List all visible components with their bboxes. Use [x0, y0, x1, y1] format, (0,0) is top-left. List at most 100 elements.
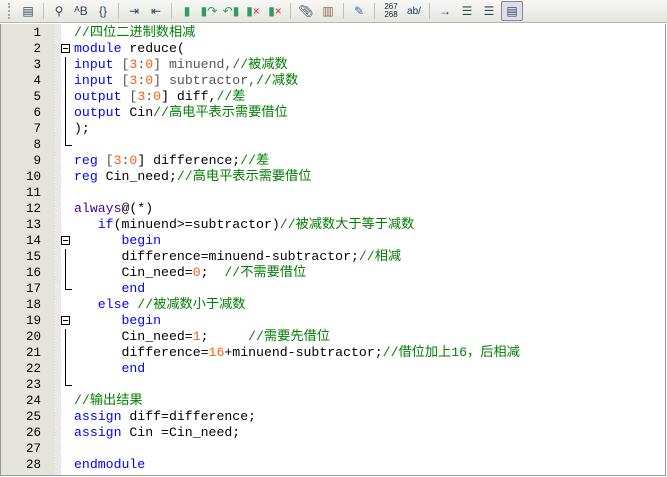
edit-icon[interactable]: ✎ — [349, 2, 369, 20]
code-number: 0 — [153, 89, 162, 104]
code-text: output [3:0] diff,//差 — [74, 89, 246, 105]
code-text: assign Cin =Cin_need; — [74, 425, 240, 441]
line-number: 5 — [33, 90, 41, 104]
line-number: 3 — [33, 58, 41, 72]
code-keyword: module — [74, 41, 122, 56]
spell-check-icon[interactable]: ᴬB — [71, 2, 91, 20]
separator — [118, 3, 119, 19]
code-number: 0 — [145, 57, 154, 72]
fold-guide-line — [65, 89, 66, 105]
format-right-icon[interactable]: ☰ — [479, 2, 499, 20]
code-line[interactable]: 15 difference=minuend-subtractor;//相减 — [1, 249, 665, 265]
code-text: input [3:0] minuend,//被减数 — [74, 57, 288, 73]
code-line[interactable]: 20 Cin_need=1; //需要先借位 — [1, 329, 665, 345]
code-comment: //被减数小于减数 — [137, 297, 246, 312]
code-token: [ — [113, 57, 130, 72]
next-bookmark-icon[interactable]: ▮↷ — [199, 2, 219, 20]
line-number: 4 — [33, 74, 41, 88]
code-line[interactable]: 25 assign diff=difference; — [1, 409, 665, 425]
code-token: diff=difference; — [121, 409, 257, 424]
code-line[interactable]: 16 Cin_need=0; //不需要借位 — [1, 265, 665, 281]
code-line[interactable]: 23 — [1, 377, 665, 393]
bracket-jump-icon[interactable]: {} — [93, 2, 113, 20]
indent-icon[interactable]: ⇥ — [124, 2, 144, 20]
format-left-icon[interactable]: ☰ — [457, 2, 477, 20]
scroll-icon[interactable]: ▥ — [318, 2, 338, 20]
line-numbers-button[interactable]: 267 268 — [380, 2, 402, 20]
code-line[interactable]: 24 //输出结果 — [1, 393, 665, 409]
code-text: begin — [74, 313, 161, 329]
fold-collapse-icon[interactable] — [61, 316, 70, 325]
code-line[interactable]: 22 end — [1, 361, 665, 377]
clear-bookmark-icon[interactable]: ▮ × — [243, 2, 263, 20]
separator — [374, 3, 375, 19]
code-line[interactable]: 10 reg Cin_need;//高电平表示需要借位 — [1, 169, 665, 185]
code-comment: //输出结果 — [74, 393, 143, 408]
code-keyword: output — [74, 105, 122, 120]
code-comment: //差 — [216, 89, 246, 104]
code-line[interactable]: 2 module reduce( — [1, 41, 665, 57]
unindent-icon[interactable]: ⇤ — [146, 2, 166, 20]
code-text: difference=16+minuend-subtractor;//借位加上1… — [74, 345, 520, 361]
code-line[interactable]: 4 input [3:0] subtractor,//减数 — [1, 73, 665, 89]
code-keyword: reg — [74, 169, 98, 184]
code-line[interactable]: 18 else //被减数小于减数 — [1, 297, 665, 313]
code-line[interactable]: 12 always@(*) — [1, 201, 665, 217]
code-token: difference= — [74, 345, 209, 360]
toolbar-grip[interactable] — [8, 3, 13, 19]
line-number: 18 — [25, 298, 41, 312]
code-line[interactable]: 21 difference=16+minuend-subtractor;//借位… — [1, 345, 665, 361]
code-line[interactable]: 3 input [3:0] minuend,//被减数 — [1, 57, 665, 73]
code-text: assign diff=difference; — [74, 409, 256, 425]
line-number: 7 — [33, 122, 41, 136]
code-line[interactable]: 6 output Cin//高电平表示需要借位 — [1, 105, 665, 121]
fold-guide-line — [65, 281, 72, 290]
code-keyword: output — [74, 89, 122, 104]
code-line[interactable]: 9 reg [3:0] difference;//差 — [1, 153, 665, 169]
word-wrap-button[interactable]: ab/ — [404, 2, 424, 20]
code-line[interactable]: 28 endmodule — [1, 457, 665, 473]
print-preview-icon[interactable]: ▤ — [18, 2, 38, 20]
code-editor[interactable]: 1//四位二进制数相减 2 module reduce(3 input [3:0] m… — [0, 24, 666, 476]
code-text: end — [74, 361, 145, 377]
code-keyword: reg — [74, 153, 98, 168]
code-line[interactable]: 14 begin — [1, 233, 665, 249]
find-binoculars-icon[interactable]: ⚲ — [49, 2, 69, 20]
fold-guide-line — [65, 137, 72, 146]
code-line[interactable]: 8 — [1, 137, 665, 153]
code-line[interactable]: 7); — [1, 121, 665, 137]
line-number: 14 — [25, 234, 41, 248]
line-number: 26 — [25, 426, 41, 440]
code-line[interactable]: 5 output [3:0] diff,//差 — [1, 89, 665, 105]
clear-all-bookmarks-icon[interactable]: ▮ × — [265, 2, 285, 20]
code-line[interactable]: 27 — [1, 441, 665, 457]
show-whitespace-icon[interactable]: → — [435, 2, 455, 20]
code-comment: //借位加上16，后相减 — [382, 345, 520, 360]
line-number: 15 — [25, 250, 41, 264]
separator — [343, 3, 344, 19]
prev-bookmark-icon[interactable]: ↶▮ — [221, 2, 241, 20]
code-token: Cin_need= — [74, 265, 193, 280]
bookmark-icon[interactable]: ▮ — [177, 2, 197, 20]
column-mode-icon[interactable]: ▤ — [501, 1, 523, 21]
line-number: 27 — [25, 442, 41, 456]
code-line[interactable]: 1 //四位二进制数相减 — [1, 25, 665, 41]
fold-guide-line — [65, 121, 66, 137]
code-token: [ — [97, 153, 114, 168]
fold-collapse-icon[interactable] — [61, 44, 70, 53]
code-line[interactable]: 26 assign Cin =Cin_need; — [1, 425, 665, 441]
code-token: [ — [113, 73, 130, 88]
code-line[interactable]: 17 end — [1, 281, 665, 297]
toolbar: ▤ ⚲ ᴬB {} ⇥ ⇤ ▮ ▮↷ ↶▮ ▮ × ▮ × 📎︎ ▥ ✎ 267 26… — [0, 0, 667, 23]
fold-guide-line — [65, 329, 66, 345]
paperclip-icon[interactable]: 📎︎ — [296, 2, 316, 20]
code-token: difference=minuend-subtractor; — [74, 249, 359, 264]
fold-guide-line — [65, 57, 66, 73]
fold-collapse-icon[interactable] — [61, 236, 70, 245]
word-wrap-label: ab/ — [407, 5, 421, 17]
code-line[interactable]: 13 if(minuend>=subtractor)//被减数大于等于减数 — [1, 217, 665, 233]
code-line[interactable]: 11 — [1, 185, 665, 201]
code-line[interactable]: 19 begin — [1, 313, 665, 329]
